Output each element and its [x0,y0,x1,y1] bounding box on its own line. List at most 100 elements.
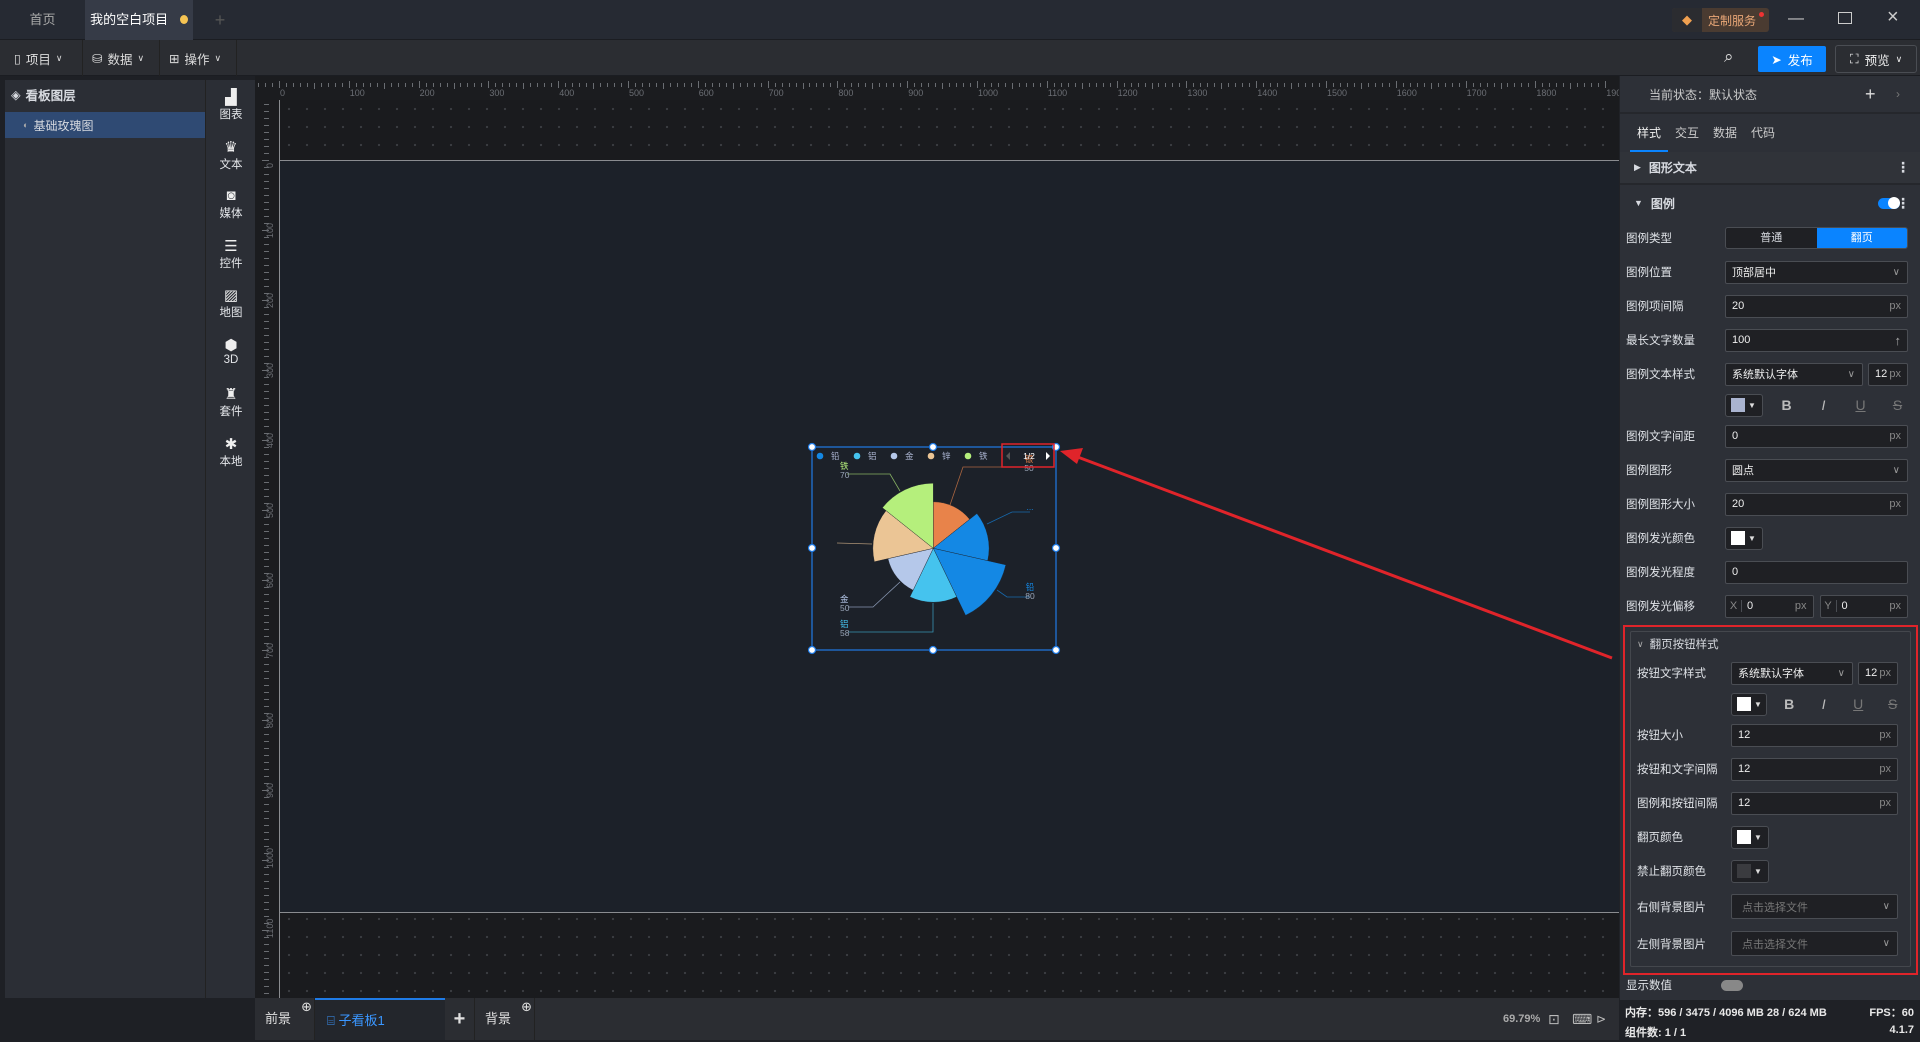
menu-project[interactable]: ▯ 项目 ∨ [0,40,83,76]
underline-icon[interactable]: U [1842,397,1879,413]
font-size-input[interactable]: 12 px [1868,362,1908,386]
restore-icon[interactable] [1838,12,1852,24]
italic-icon[interactable]: I [1806,696,1841,712]
plus-circle-icon[interactable]: ⊕ [301,986,312,1028]
layer-item[interactable]: ◐ 基础玫瑰图 [5,112,205,138]
font-select[interactable]: 系统默认字体 ∨ [1731,661,1853,685]
select-field[interactable]: 顶部居中 ∨ [1725,260,1908,284]
select-field[interactable]: 圆点 ∨ [1725,458,1908,482]
resize-handle[interactable] [928,442,938,452]
add-tab-button[interactable]: + [205,0,235,40]
strikethrough-icon[interactable]: S [1875,696,1910,712]
tab-home[interactable]: 首页 [0,0,85,40]
section-shape-text[interactable]: ▶ 图形文本 ⋮ [1620,152,1920,185]
more-icon[interactable]: ⋮ [1896,159,1910,176]
offset-x-input[interactable]: X 0 px [1725,594,1814,618]
number-input[interactable]: 12 px [1731,723,1898,747]
tab-style[interactable]: 样式 [1630,114,1669,152]
text-color-picker[interactable]: ▼ [1725,393,1763,417]
component-cube[interactable]: ⬢ 3D [206,336,256,366]
add-board-button[interactable]: + [445,998,475,1040]
minimize-icon[interactable]: — [1788,10,1804,28]
color-picker[interactable]: ▼ [1725,526,1763,550]
terminal-icon[interactable]: ⊳ [1596,998,1606,1040]
number-input[interactable]: 12 px [1731,757,1898,781]
component-widget[interactable]: ☰ 控件 [206,237,256,271]
rose-chart[interactable]: 银50...铅80铝58金50铁70 铅铝金锌铁 1/2 [800,435,1070,655]
menu-data[interactable]: ⛁ 数据 ∨ [84,40,160,76]
text-color-picker[interactable]: ▼ [1731,692,1767,716]
number-input[interactable]: 12 px [1731,791,1898,815]
add-state-icon[interactable]: + [1865,84,1876,105]
pager-prev-icon[interactable] [1006,452,1010,460]
bold-icon[interactable]: B [1768,397,1805,413]
legend-item[interactable]: 锌 [927,451,951,461]
row-label: 图例图形大小 [1626,499,1695,511]
section-legend[interactable]: ▼ 图例 ⋮ [1620,185,1920,221]
resize-handle[interactable] [807,543,817,553]
legend-item[interactable]: 铅 [816,451,840,461]
ruler-tick [1291,83,1293,89]
arrow-up-icon[interactable]: ↑ [1895,333,1902,348]
plus-circle-icon[interactable]: ⊕ [521,986,532,1028]
component-text[interactable]: ♛ 文本 [206,138,256,172]
select-field[interactable]: 点击选择文件 ∨ [1731,894,1898,919]
tab-code[interactable]: 代码 [1744,114,1782,152]
tab-data[interactable]: 数据 [1706,114,1744,152]
number-input[interactable]: 20 px [1725,492,1908,516]
more-icon[interactable]: ⋮ [1896,195,1910,212]
font-select[interactable]: 系统默认字体 ∨ [1725,362,1863,386]
chevron-right-icon[interactable]: › [1896,87,1900,101]
italic-icon[interactable]: I [1805,397,1842,413]
component-chart[interactable]: ▟ 图表 [206,88,256,122]
color-picker[interactable]: ▼ [1731,825,1769,849]
number-input[interactable]: 20 px [1725,294,1908,318]
show-value-toggle[interactable] [1721,979,1743,991]
resize-handle[interactable] [1051,645,1061,655]
color-picker[interactable]: ▼ [1731,859,1769,883]
pager-section-header[interactable]: ∨ 翻页按钮样式 [1631,632,1910,656]
component-media[interactable]: ◙ 媒体 [206,187,256,221]
resize-handle[interactable] [807,442,817,452]
bold-icon[interactable]: B [1772,696,1807,712]
legend-item[interactable]: 铝 [853,451,877,461]
underline-icon[interactable]: U [1841,696,1876,712]
number-input[interactable]: 0 [1725,560,1908,584]
strikethrough-icon[interactable]: S [1879,397,1916,413]
tab-background[interactable]: 背景 ⊕ [475,998,535,1040]
search-icon[interactable]: ⌕ [1724,47,1734,67]
legend-item[interactable]: 金 [890,451,914,461]
number-input[interactable]: 100 ↑ [1725,328,1908,352]
resize-handle[interactable] [807,645,817,655]
font-size-input[interactable]: 12 px [1858,661,1898,685]
pager-next-icon[interactable] [1046,452,1050,460]
keyboard-icon[interactable]: ⌨ [1572,998,1592,1040]
tab-subboard[interactable]: ⌸ 子看板1 [315,998,445,1040]
resize-handle[interactable] [1051,543,1061,553]
resize-handle[interactable] [928,645,938,655]
number-input[interactable]: 0 px [1725,424,1908,448]
ruler-tick [327,83,329,87]
publish-button[interactable]: ➤ 发布 [1758,46,1826,72]
component-local[interactable]: ✱ 本地 [206,435,256,469]
legend-type-option[interactable]: 普通 [1726,228,1817,248]
close-icon[interactable]: × [1887,6,1899,29]
preview-button[interactable]: ⛶ 预览 ∨ [1835,45,1917,73]
component-map[interactable]: ▨ 地图 [206,286,256,320]
tab-foreground[interactable]: 前景 ⊕ [255,998,315,1040]
tab-interaction[interactable]: 交互 [1668,114,1706,152]
select-field[interactable]: 点击选择文件 ∨ [1731,931,1898,956]
custom-service-button[interactable]: ◆ 定制服务 [1672,8,1769,32]
component-label: 地图 [219,307,243,319]
component-kit[interactable]: ♜ 套件 [206,385,256,419]
legend-dot-icon [964,452,972,460]
ruler-tick [432,83,434,87]
legend-item[interactable]: 铁 [964,451,988,461]
current-state[interactable]: 当前状态：默认状态 [1649,86,1757,103]
tab-project[interactable]: 我的空白项目 [85,0,193,40]
fit-screen-icon[interactable]: ⊡ [1548,998,1560,1040]
menu-operation[interactable]: ⊞ 操作 ∨ [161,40,237,76]
offset-y-input[interactable]: Y 0 px [1819,594,1908,618]
ruler-tick [446,83,448,87]
legend-type-option[interactable]: 翻页 [1816,228,1907,248]
